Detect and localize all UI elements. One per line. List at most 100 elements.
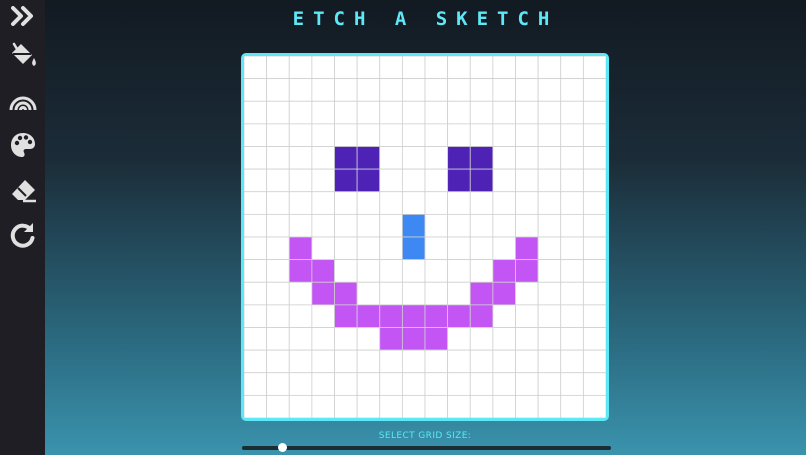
grid-cell[interactable]	[311, 213, 335, 238]
grid-cell[interactable]	[356, 100, 381, 125]
grid-cell[interactable]	[379, 394, 403, 418]
grid-cell[interactable]	[469, 236, 494, 261]
grid-cell[interactable]	[560, 349, 584, 374]
grid-cell[interactable]	[515, 191, 539, 215]
grid-cell[interactable]	[424, 191, 449, 215]
grid-cell[interactable]	[311, 327, 335, 351]
grid-cell[interactable]	[244, 100, 268, 125]
grid-cell[interactable]	[515, 56, 539, 80]
grid-cell[interactable]	[424, 100, 449, 125]
grid-cell[interactable]	[379, 281, 403, 306]
grid-cell[interactable]	[582, 372, 606, 396]
grid-cell[interactable]	[311, 146, 335, 170]
grid-cell[interactable]	[582, 281, 606, 306]
grid-cell[interactable]	[334, 56, 358, 80]
grid-cell[interactable]	[424, 146, 449, 170]
grid-cell[interactable]	[266, 191, 290, 215]
grid-cell[interactable]	[311, 191, 335, 215]
grid-cell[interactable]	[560, 327, 584, 351]
grid-cell[interactable]	[379, 191, 403, 215]
grid-cell[interactable]	[582, 213, 606, 238]
grid-cell[interactable]	[515, 327, 539, 351]
grid-cell[interactable]	[492, 123, 516, 147]
painted-cell[interactable]	[515, 236, 539, 261]
grid-cell[interactable]	[334, 236, 358, 261]
grid-cell[interactable]	[401, 259, 426, 283]
grid-cell[interactable]	[447, 327, 471, 351]
grid-cell[interactable]	[311, 304, 335, 328]
grid-cell[interactable]	[424, 236, 449, 261]
grid-cell[interactable]	[560, 191, 584, 215]
painted-cell[interactable]	[469, 304, 494, 328]
grid-cell[interactable]	[244, 168, 268, 193]
grid-cell[interactable]	[492, 327, 516, 351]
grid-cell[interactable]	[560, 236, 584, 261]
grid-cell[interactable]	[244, 281, 268, 306]
grid-cell[interactable]	[356, 372, 381, 396]
grid-cell[interactable]	[582, 78, 606, 102]
grid-cell[interactable]	[537, 394, 562, 418]
painted-cell[interactable]	[356, 304, 381, 328]
grid-cell[interactable]	[401, 168, 426, 193]
grid-cell[interactable]	[244, 236, 268, 261]
grid-cell[interactable]	[447, 191, 471, 215]
grid-cell[interactable]	[311, 100, 335, 125]
grid-cell[interactable]	[537, 56, 562, 80]
grid-cell[interactable]	[560, 259, 584, 283]
grid-cell[interactable]	[244, 327, 268, 351]
grid-cell[interactable]	[537, 349, 562, 374]
grid-cell[interactable]	[356, 327, 381, 351]
grid-cell[interactable]	[244, 146, 268, 170]
painted-cell[interactable]	[469, 281, 494, 306]
grid-cell[interactable]	[492, 213, 516, 238]
grid-cell[interactable]	[334, 100, 358, 125]
grid-cell[interactable]	[424, 78, 449, 102]
grid-cell[interactable]	[469, 327, 494, 351]
grid-cell[interactable]	[379, 213, 403, 238]
grid-cell[interactable]	[311, 349, 335, 374]
painted-cell[interactable]	[288, 259, 313, 283]
grid-cell[interactable]	[288, 349, 313, 374]
grid-cell[interactable]	[560, 78, 584, 102]
grid-cell[interactable]	[582, 259, 606, 283]
painted-cell[interactable]	[447, 168, 471, 193]
grid-cell[interactable]	[515, 100, 539, 125]
grid-cell[interactable]	[582, 236, 606, 261]
grid-cell[interactable]	[244, 259, 268, 283]
grid-cell[interactable]	[492, 349, 516, 374]
painted-cell[interactable]	[469, 168, 494, 193]
grid-cell[interactable]	[515, 304, 539, 328]
grid-cell[interactable]	[582, 146, 606, 170]
grid-cell[interactable]	[266, 259, 290, 283]
grid-cell[interactable]	[379, 56, 403, 80]
grid-cell[interactable]	[537, 191, 562, 215]
grid-cell[interactable]	[356, 281, 381, 306]
grid-cell[interactable]	[334, 123, 358, 147]
grid-cell[interactable]	[401, 281, 426, 306]
grid-cell[interactable]	[537, 259, 562, 283]
grid-cell[interactable]	[424, 281, 449, 306]
grid-cell[interactable]	[582, 394, 606, 418]
grid-cell[interactable]	[288, 213, 313, 238]
grid-cell[interactable]	[311, 236, 335, 261]
grid-cell[interactable]	[447, 349, 471, 374]
grid-cell[interactable]	[244, 213, 268, 238]
grid-cell[interactable]	[560, 56, 584, 80]
grid-cell[interactable]	[288, 304, 313, 328]
grid-cell[interactable]	[334, 327, 358, 351]
grid-cell[interactable]	[424, 168, 449, 193]
grid-cell[interactable]	[244, 56, 268, 80]
grid-cell[interactable]	[356, 349, 381, 374]
grid-cell[interactable]	[537, 304, 562, 328]
grid-cell[interactable]	[266, 349, 290, 374]
painted-cell[interactable]	[379, 304, 403, 328]
grid-cell[interactable]	[560, 304, 584, 328]
grid-cell[interactable]	[288, 394, 313, 418]
grid-cell[interactable]	[266, 100, 290, 125]
grid-cell[interactable]	[560, 394, 584, 418]
grid-cell[interactable]	[582, 327, 606, 351]
grid-cell[interactable]	[424, 213, 449, 238]
grid-cell[interactable]	[469, 372, 494, 396]
grid-cell[interactable]	[311, 78, 335, 102]
grid-cell[interactable]	[447, 372, 471, 396]
